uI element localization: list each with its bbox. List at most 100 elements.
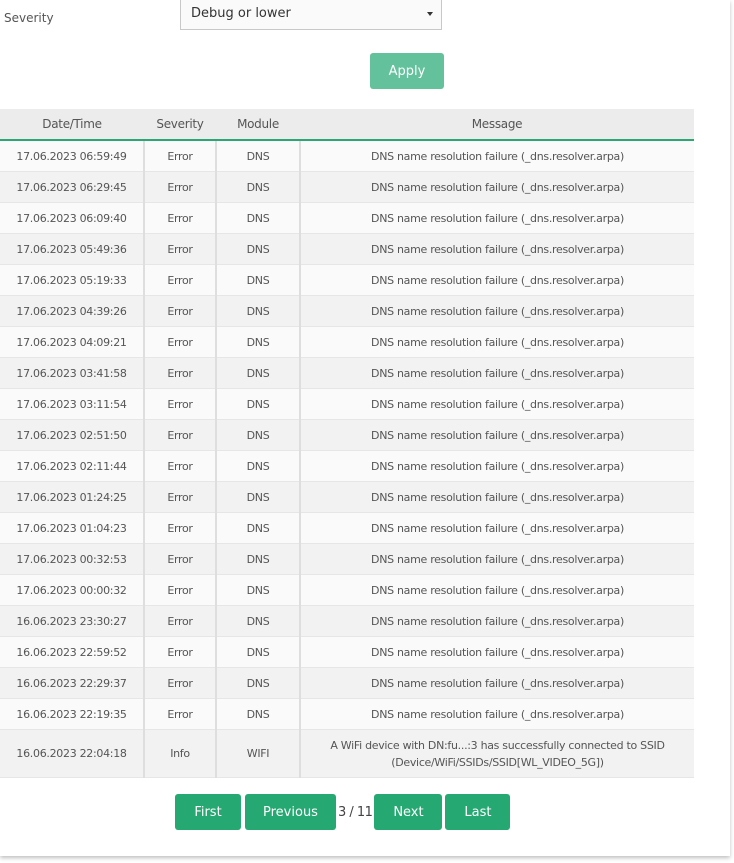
table-row: 16.06.2023 22:29:37 Error DNS DNS name reso… (0, 667, 694, 699)
cell-datetime: 16.06.2023 23:30:27 (0, 605, 144, 637)
cell-datetime: 17.06.2023 05:19:33 (0, 264, 144, 296)
table-row: 17.06.2023 02:11:44 Error DNS DNS name reso… (0, 450, 694, 482)
cell-module: DNS (215, 233, 300, 265)
first-page-button[interactable]: First (175, 794, 241, 830)
cell-severity: Info (143, 729, 216, 778)
cell-datetime: 17.06.2023 02:51:50 (0, 419, 144, 451)
severity-select[interactable]: Debug or lower (180, 0, 442, 30)
log-panel: Severity Debug or lower Apply Date/Time … (0, 0, 730, 856)
table-row: 17.06.2023 03:41:58 Error DNS DNS name reso… (0, 357, 694, 389)
pagination: First Previous 3 / 11 Next Last (175, 794, 511, 830)
cell-message: DNS name resolution failure (_dns.resolv… (299, 481, 694, 513)
cell-datetime: 16.06.2023 22:04:18 (0, 729, 144, 778)
next-page-button[interactable]: Next (374, 794, 443, 830)
cell-message: DNS name resolution failure (_dns.resolv… (299, 574, 694, 606)
cell-datetime: 17.06.2023 06:59:49 (0, 140, 144, 172)
cell-module: DNS (215, 574, 300, 606)
severity-select-value: Debug or lower (191, 6, 291, 21)
cell-message: DNS name resolution failure (_dns.resolv… (299, 605, 694, 637)
table-row: 17.06.2023 00:32:53 Error DNS DNS name reso… (0, 543, 694, 575)
cell-module: DNS (215, 419, 300, 451)
cell-severity: Error (143, 543, 216, 575)
cell-module: DNS (215, 667, 300, 699)
table-row: 16.06.2023 22:19:35 Error DNS DNS name reso… (0, 698, 694, 730)
cell-module: DNS (215, 171, 300, 203)
cell-module: DNS (215, 698, 300, 730)
cell-module: DNS (215, 450, 300, 482)
caret-down-icon (427, 12, 433, 16)
cell-severity: Error (143, 171, 216, 203)
cell-message: DNS name resolution failure (_dns.resolv… (299, 171, 694, 203)
table-row: 17.06.2023 02:51:50 Error DNS DNS name reso… (0, 419, 694, 451)
cell-module: DNS (215, 512, 300, 544)
table-row: 17.06.2023 04:39:26 Error DNS DNS name reso… (0, 295, 694, 327)
table-row: 17.06.2023 06:29:45 Error DNS DNS name reso… (0, 171, 694, 203)
cell-module: DNS (215, 140, 300, 172)
cell-message: DNS name resolution failure (_dns.resolv… (299, 667, 694, 699)
cell-datetime: 16.06.2023 22:59:52 (0, 636, 144, 668)
cell-datetime: 17.06.2023 04:09:21 (0, 326, 144, 358)
apply-button[interactable]: Apply (370, 53, 444, 89)
cell-datetime: 17.06.2023 03:11:54 (0, 388, 144, 420)
page-indicator: 3 / 11 (338, 804, 373, 820)
cell-datetime: 17.06.2023 01:04:23 (0, 512, 144, 544)
cell-severity: Error (143, 667, 216, 699)
table-row: 16.06.2023 22:59:52 Error DNS DNS name reso… (0, 636, 694, 668)
cell-severity: Error (143, 140, 216, 172)
cell-severity: Error (143, 605, 216, 637)
table-row: 17.06.2023 05:19:33 Error DNS DNS name reso… (0, 264, 694, 296)
cell-datetime: 16.06.2023 22:19:35 (0, 698, 144, 730)
cell-module: DNS (215, 388, 300, 420)
cell-severity: Error (143, 512, 216, 544)
cell-severity: Error (143, 574, 216, 606)
table-header-row: Date/Time Severity Module Message (0, 109, 694, 141)
cell-datetime: 17.06.2023 00:32:53 (0, 543, 144, 575)
table-row: 17.06.2023 05:49:36 Error DNS DNS name reso… (0, 233, 694, 265)
cell-datetime: 16.06.2023 22:29:37 (0, 667, 144, 699)
cell-severity: Error (143, 295, 216, 327)
cell-message: DNS name resolution failure (_dns.resolv… (299, 388, 694, 420)
table-row: 17.06.2023 01:24:25 Error DNS DNS name reso… (0, 481, 694, 513)
log-table: Date/Time Severity Module Message 17.06.… (0, 109, 694, 778)
cell-message: DNS name resolution failure (_dns.resolv… (299, 295, 694, 327)
cell-severity: Error (143, 636, 216, 668)
cell-severity: Error (143, 326, 216, 358)
cell-severity: Error (143, 202, 216, 234)
cell-datetime: 17.06.2023 00:00:32 (0, 574, 144, 606)
cell-datetime: 17.06.2023 06:29:45 (0, 171, 144, 203)
cell-message: DNS name resolution failure (_dns.resolv… (299, 636, 694, 668)
cell-message: DNS name resolution failure (_dns.resolv… (299, 140, 694, 172)
cell-message: DNS name resolution failure (_dns.resolv… (299, 233, 694, 265)
header-module[interactable]: Module (216, 109, 300, 141)
previous-page-button[interactable]: Previous (245, 794, 336, 830)
cell-severity: Error (143, 264, 216, 296)
cell-severity: Error (143, 450, 216, 482)
header-severity[interactable]: Severity (144, 109, 216, 141)
cell-message: DNS name resolution failure (_dns.resolv… (299, 512, 694, 544)
cell-message: DNS name resolution failure (_dns.resolv… (299, 419, 694, 451)
cell-severity: Error (143, 357, 216, 389)
last-page-button[interactable]: Last (445, 794, 511, 830)
header-datetime[interactable]: Date/Time (0, 109, 144, 141)
cell-datetime: 17.06.2023 01:24:25 (0, 481, 144, 513)
cell-severity: Error (143, 481, 216, 513)
cell-severity: Error (143, 698, 216, 730)
cell-message: DNS name resolution failure (_dns.resolv… (299, 543, 694, 575)
table-row: 17.06.2023 03:11:54 Error DNS DNS name reso… (0, 388, 694, 420)
cell-module: DNS (215, 636, 300, 668)
cell-module: DNS (215, 543, 300, 575)
table-row: 17.06.2023 00:00:32 Error DNS DNS name reso… (0, 574, 694, 606)
header-message[interactable]: Message (300, 109, 694, 141)
cell-datetime: 17.06.2023 03:41:58 (0, 357, 144, 389)
cell-severity: Error (143, 419, 216, 451)
table-row: 16.06.2023 22:04:18 Info WIFI A WiFi device… (0, 729, 694, 778)
cell-message: DNS name resolution failure (_dns.resolv… (299, 202, 694, 234)
table-row: 17.06.2023 06:09:40 Error DNS DNS name reso… (0, 202, 694, 234)
cell-severity: Error (143, 388, 216, 420)
cell-module: WIFI (215, 729, 300, 778)
cell-message: DNS name resolution failure (_dns.resolv… (299, 326, 694, 358)
severity-label: Severity (4, 11, 54, 25)
cell-datetime: 17.06.2023 06:09:40 (0, 202, 144, 234)
cell-module: DNS (215, 326, 300, 358)
table-row: 16.06.2023 23:30:27 Error DNS DNS name reso… (0, 605, 694, 637)
